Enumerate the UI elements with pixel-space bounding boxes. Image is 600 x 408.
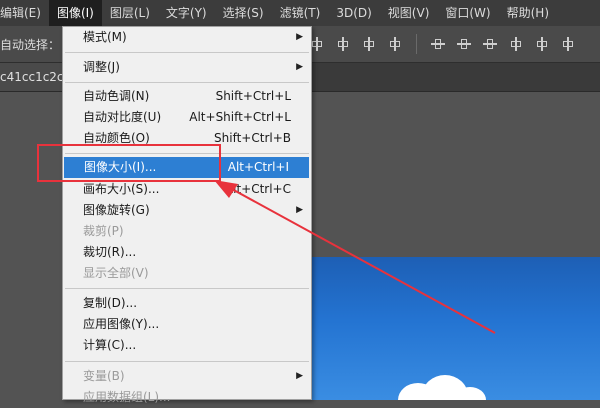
- annotation-arrow-line: [229, 187, 496, 334]
- annotation-arrow-head: [214, 180, 238, 198]
- annotation-arrow: [214, 180, 496, 334]
